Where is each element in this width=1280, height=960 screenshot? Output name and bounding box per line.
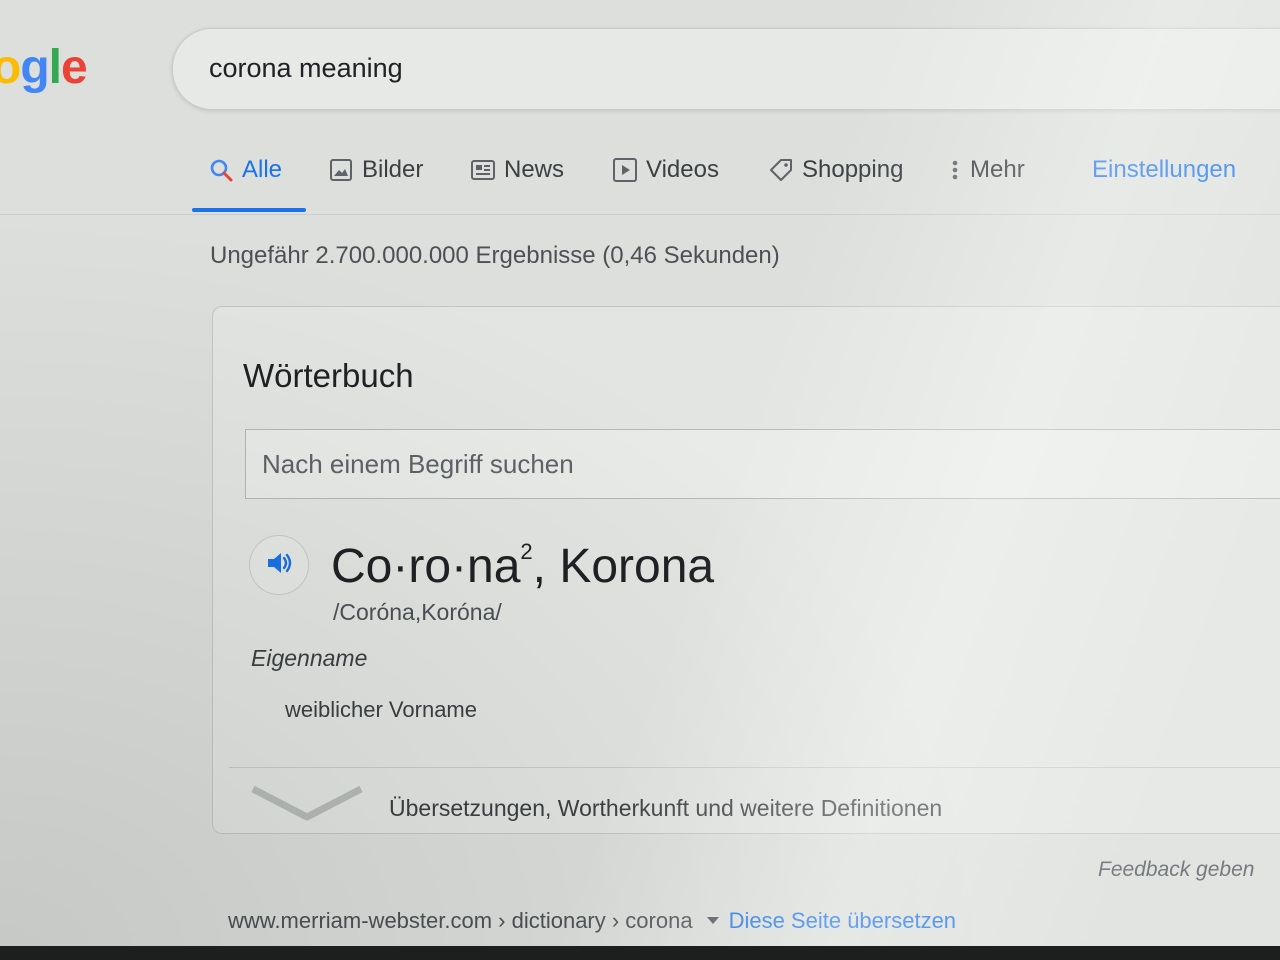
logo-letter-e: e: [61, 41, 88, 94]
search-tabs: Alle Bilder News Videos Shopping Mehr Ei…: [192, 150, 1280, 216]
dictionary-search-field[interactable]: [245, 429, 1280, 499]
caret-down-icon[interactable]: [706, 917, 719, 925]
tabs-divider: [0, 214, 1280, 215]
tab-mehr[interactable]: Mehr: [948, 156, 1025, 184]
tab-label: Shopping: [802, 156, 904, 183]
translate-page-link[interactable]: Diese Seite übersetzen: [729, 908, 956, 933]
image-icon: [328, 157, 354, 183]
dictionary-search-input[interactable]: [246, 430, 1280, 498]
settings-label: Einstellungen: [1092, 156, 1237, 183]
part-of-speech: Eigenname: [251, 645, 368, 671]
tab-label: Videos: [646, 156, 719, 183]
logo-letter-l: l: [48, 41, 62, 94]
expand-label: Übersetzungen, Wortherkunft und weitere …: [389, 795, 943, 821]
tab-alle[interactable]: Alle: [208, 156, 282, 184]
more-vertical-icon: [948, 157, 962, 183]
result-stats: Ungefähr 2.700.000.000 Ergebnisse (0,46 …: [210, 242, 780, 269]
tab-label: Alle: [242, 156, 283, 183]
definition: weiblicher Vorname: [285, 697, 477, 722]
feedback-link[interactable]: Feedback geben: [1098, 858, 1254, 882]
dictionary-card: Wörterbuch Co·ro·na2, Korona /Coróna,Kor…: [212, 306, 1280, 834]
expand-definitions-button[interactable]: Übersetzungen, Wortherkunft und weitere …: [249, 777, 1280, 833]
tab-shopping[interactable]: Shopping: [768, 156, 903, 184]
tab-label: News: [504, 156, 565, 183]
news-icon: [470, 157, 496, 183]
search-icon: [208, 157, 234, 183]
card-divider: [229, 767, 1280, 768]
tag-icon: [768, 157, 794, 183]
speaker-icon: [264, 548, 294, 583]
search-query[interactable]: corona meaning: [209, 53, 403, 84]
tab-videos[interactable]: Videos: [612, 156, 719, 184]
headword-variant: , Korona: [532, 540, 715, 593]
logo-letter-g: g: [20, 41, 49, 94]
phonetic-spelling: /Coróna,Koróna/: [333, 599, 502, 625]
headword-syllables: Co·ro·na: [331, 540, 521, 593]
search-box[interactable]: corona meaning: [172, 28, 1280, 110]
play-icon: [612, 157, 638, 183]
homograph-number: 2: [520, 539, 533, 564]
chevron-down-icon: [249, 783, 365, 828]
google-logo[interactable]: ogle: [0, 40, 88, 95]
tab-news[interactable]: News: [470, 156, 564, 184]
tab-bilder[interactable]: Bilder: [328, 156, 423, 184]
monitor-bezel: [0, 946, 1280, 960]
dictionary-title: Wörterbuch: [243, 357, 414, 394]
pronunciation-button[interactable]: [249, 535, 309, 595]
headword: Co·ro·na2, Korona: [331, 539, 714, 594]
active-tab-indicator: [192, 208, 306, 212]
settings-link[interactable]: Einstellungen: [1092, 156, 1236, 184]
tab-label: Bilder: [362, 156, 424, 183]
result-url-line: www.merriam-webster.com › dictionary › c…: [228, 908, 956, 934]
result-breadcrumb[interactable]: www.merriam-webster.com › dictionary › c…: [228, 908, 693, 933]
tab-label: Mehr: [970, 156, 1025, 183]
logo-letter-o: o: [0, 41, 21, 94]
